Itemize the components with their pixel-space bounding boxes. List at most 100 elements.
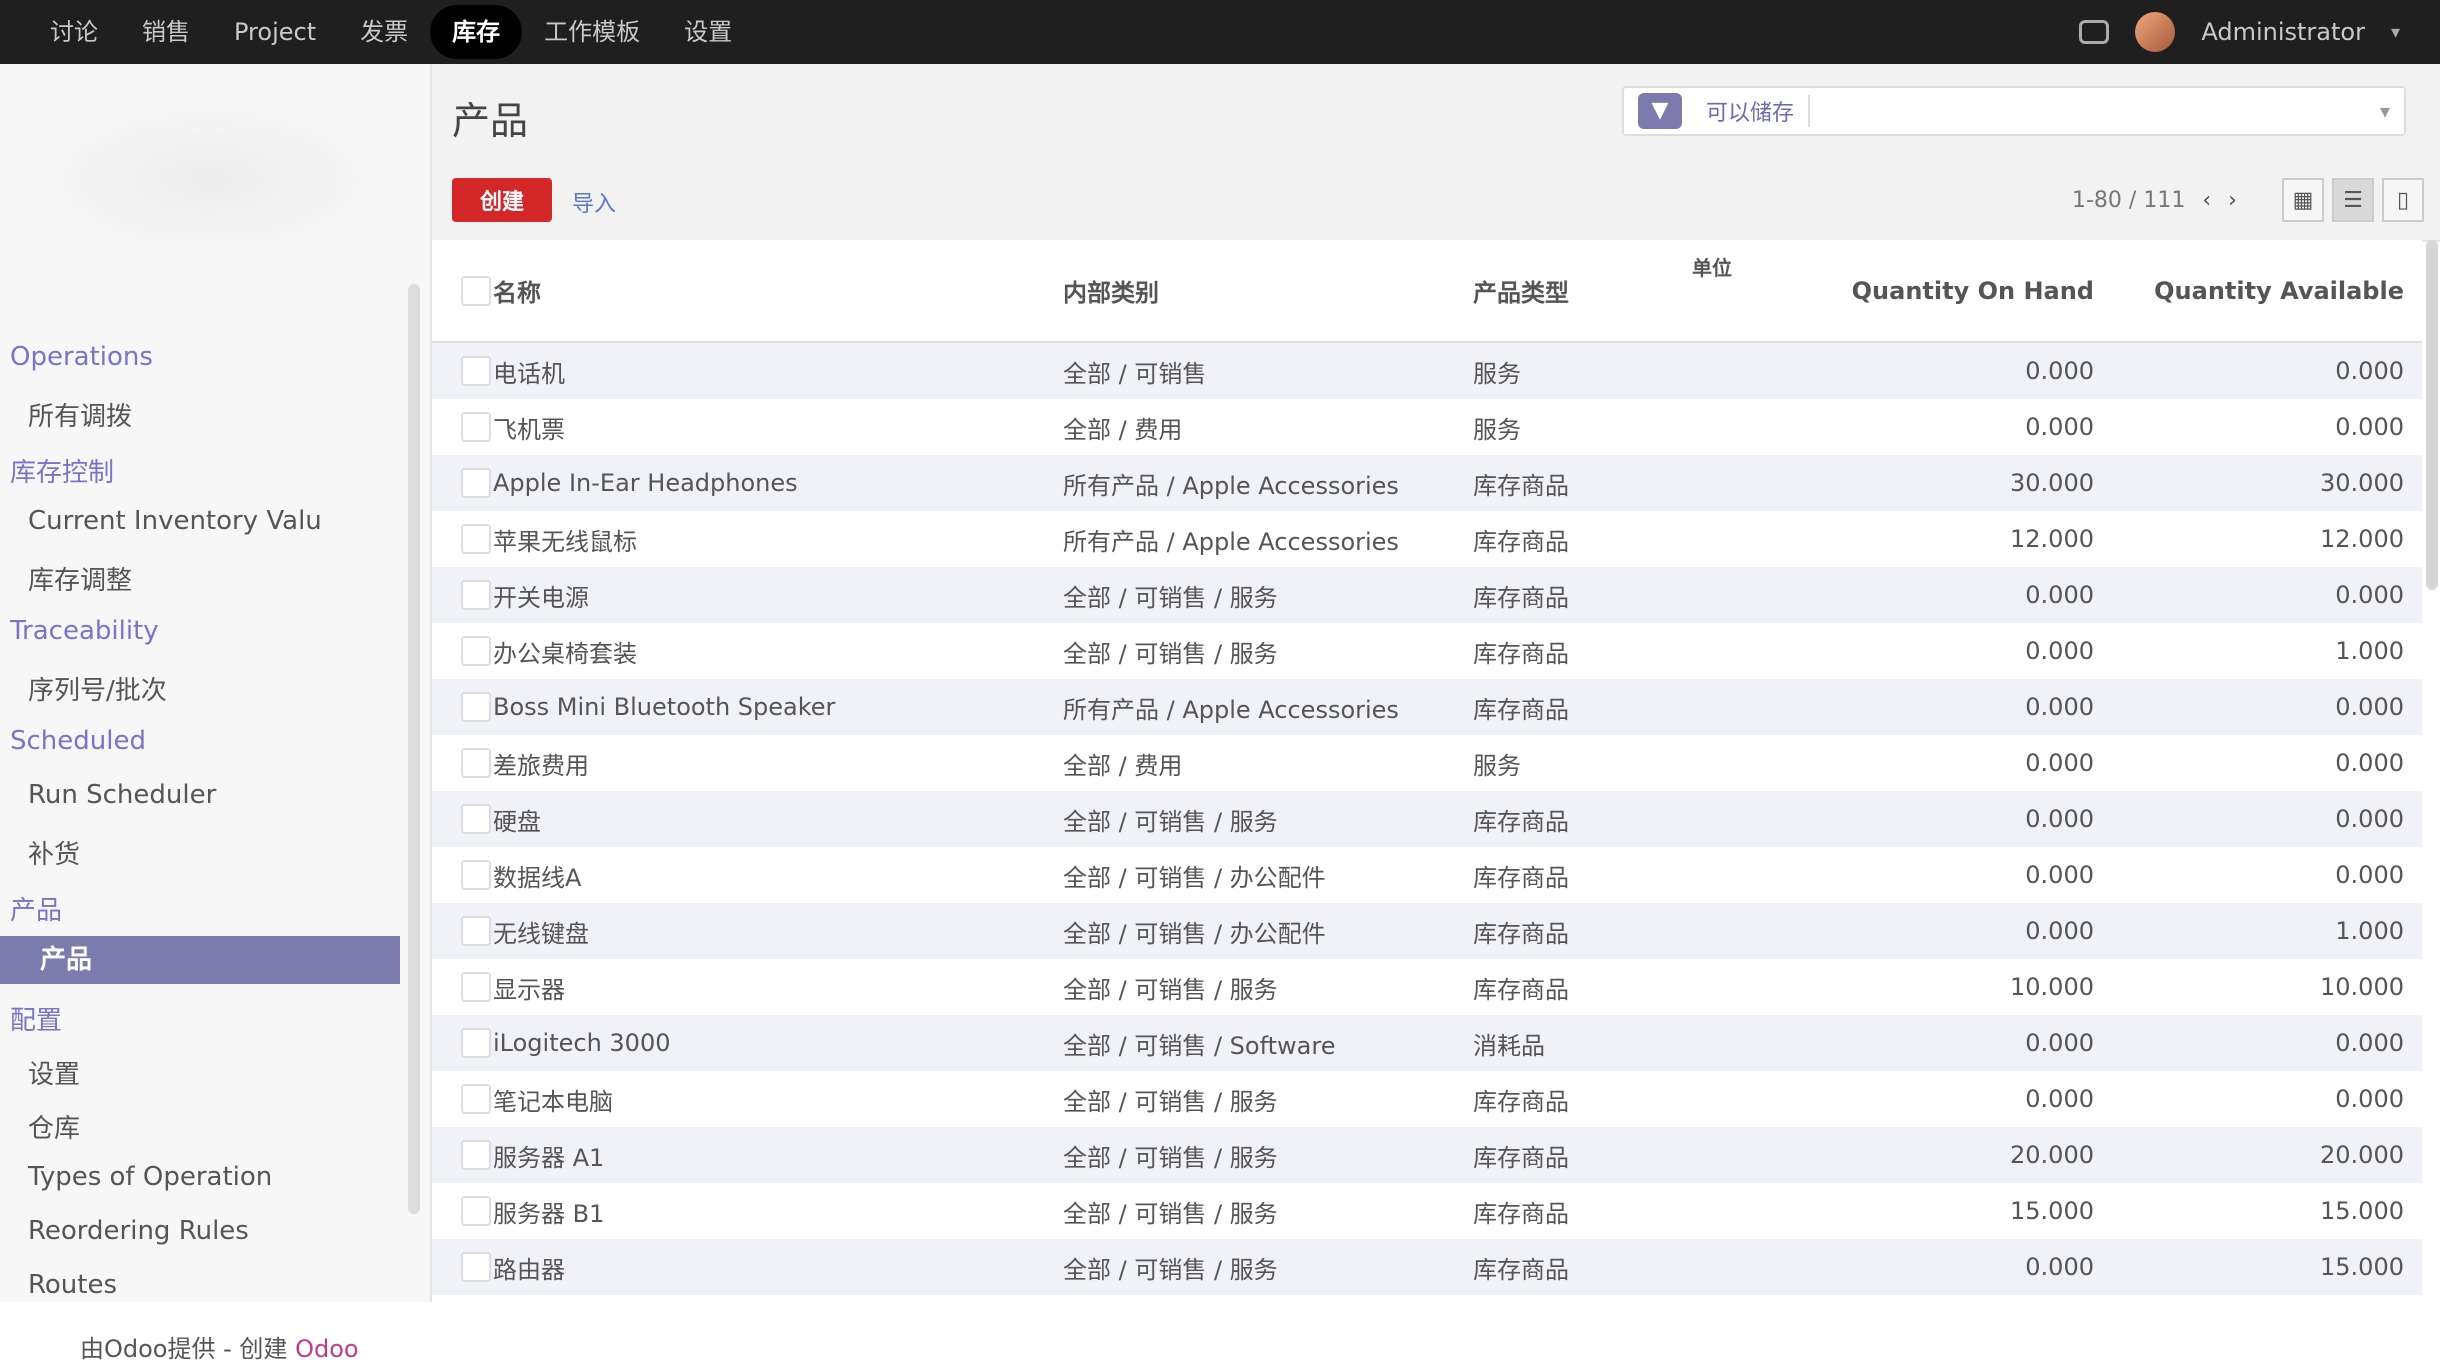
row-checkbox[interactable] bbox=[461, 412, 491, 442]
row-checkbox[interactable] bbox=[461, 1084, 491, 1114]
row-checkbox[interactable] bbox=[461, 524, 491, 554]
table-cell: 所有产品 / Apple Accessories bbox=[1063, 527, 1399, 556]
search-bar[interactable]: ▼ 可以储存 ▾ bbox=[1622, 86, 2406, 136]
chevron-down-icon[interactable]: ▾ bbox=[2391, 22, 2400, 43]
row-checkbox[interactable] bbox=[461, 468, 491, 498]
table-cell: 服务 bbox=[1473, 415, 1521, 444]
list-view-icon[interactable]: ☰ bbox=[2332, 178, 2374, 222]
row-checkbox[interactable] bbox=[461, 1252, 491, 1282]
sidebar-group-label[interactable]: 配置 bbox=[10, 1000, 62, 1037]
sidebar-item[interactable]: 补货 bbox=[28, 834, 80, 871]
column-header[interactable]: Quantity Available bbox=[2112, 240, 2422, 343]
row-checkbox[interactable] bbox=[461, 860, 491, 890]
pager-next-icon[interactable]: › bbox=[2228, 188, 2237, 213]
table-cell: 15.000 bbox=[2112, 1239, 2422, 1295]
row-checkbox[interactable] bbox=[461, 916, 491, 946]
sidebar-group-label[interactable]: 库存控制 bbox=[10, 452, 114, 489]
top-menu-item[interactable]: 发票 bbox=[338, 0, 430, 64]
table-cell: 库存商品 bbox=[1472, 1239, 1642, 1295]
table-cell: 库存商品 bbox=[1473, 863, 1569, 892]
create-button[interactable]: 创建 bbox=[452, 178, 552, 222]
column-header[interactable]: 产品类型 bbox=[1472, 240, 1642, 343]
column-header[interactable]: 单位 bbox=[1642, 240, 1782, 343]
row-checkbox[interactable] bbox=[461, 692, 491, 722]
footer-created: - 创建 bbox=[223, 1335, 288, 1363]
table-row[interactable]: 苹果无线鼠标 所有产品 / Apple Accessories 库存商品 12.000… bbox=[432, 511, 2422, 567]
row-select-cell bbox=[432, 623, 492, 679]
sidebar-item[interactable]: 库存调整 bbox=[28, 560, 132, 597]
top-navbar: 讨论 销售 Project 发票 库存 工作模板 设置 Administrator ▾ bbox=[0, 0, 2440, 64]
search-input[interactable] bbox=[1810, 90, 2380, 132]
sidebar-scrollbar[interactable] bbox=[408, 284, 420, 1214]
user-name[interactable]: Administrator bbox=[2201, 18, 2365, 46]
sidebar-group-label[interactable]: Traceability bbox=[10, 616, 159, 646]
table-row[interactable]: iLogitech 3000 全部 / 可销售 / Software 消耗品 0.00… bbox=[432, 1015, 2422, 1071]
top-menu-item[interactable]: 讨论 bbox=[28, 0, 120, 64]
table-row[interactable]: 无线键盘 全部 / 可销售 / 办公配件 库存商品 0.000 1.000 bbox=[432, 903, 2422, 959]
row-checkbox[interactable] bbox=[461, 748, 491, 778]
table-cell bbox=[1642, 791, 1782, 847]
table-row[interactable]: 飞机票 全部 / 费用 服务 0.000 0.000 bbox=[432, 399, 2422, 455]
sidebar-item[interactable]: 仓库 bbox=[28, 1108, 80, 1145]
odoo-link[interactable]: Odoo bbox=[295, 1335, 359, 1363]
sidebar-group-label[interactable]: Operations bbox=[10, 342, 153, 372]
sidebar-item[interactable]: Run Scheduler bbox=[28, 780, 216, 810]
import-button[interactable]: 导入 bbox=[572, 186, 616, 218]
search-facet[interactable]: 可以储存 bbox=[1692, 95, 1811, 127]
row-checkbox[interactable] bbox=[461, 1140, 491, 1170]
column-header[interactable]: Quantity On Hand bbox=[1782, 240, 2112, 343]
table-row[interactable]: 服务器 B1 全部 / 可销售 / 服务 库存商品 15.000 15.000 bbox=[432, 1183, 2422, 1239]
table-row[interactable]: 路由器 全部 / 可销售 / 服务 库存商品 0.000 15.000 bbox=[432, 1239, 2422, 1295]
avatar[interactable] bbox=[2135, 12, 2176, 52]
table-row[interactable]: Boss Mini Bluetooth Speaker 所有产品 / Apple … bbox=[432, 679, 2422, 735]
column-header[interactable]: 内部类别 bbox=[1062, 240, 1472, 343]
row-checkbox[interactable] bbox=[461, 804, 491, 834]
sidebar-group-label[interactable]: Scheduled bbox=[10, 726, 146, 756]
row-checkbox[interactable] bbox=[461, 636, 491, 666]
row-checkbox[interactable] bbox=[461, 356, 491, 386]
main-scrollbar[interactable] bbox=[2426, 240, 2438, 590]
pager-prev-icon[interactable]: ‹ bbox=[2202, 188, 2211, 213]
footer-powered-by: 由Odoo提供 bbox=[80, 1335, 216, 1363]
search-options-icon[interactable]: ▾ bbox=[2380, 99, 2390, 123]
sidebar-item[interactable]: 设置 bbox=[28, 1054, 80, 1091]
table-row[interactable]: USB 存储全部 / 可销售 / 服务库存商品 0.0000.000 bbox=[432, 1295, 2422, 1302]
filter-icon[interactable]: ▼ bbox=[1638, 93, 1682, 129]
pager-value[interactable]: 1-80 / 111 bbox=[2072, 188, 2185, 213]
table-row[interactable]: 差旅费用 全部 / 费用 服务 0.000 0.000 bbox=[432, 735, 2422, 791]
company-logo[interactable] bbox=[40, 104, 380, 254]
table-row[interactable]: 办公桌椅套装 全部 / 可销售 / 服务 库存商品 0.000 1.000 bbox=[432, 623, 2422, 679]
table-row[interactable]: 数据线A 全部 / 可销售 / 办公配件 库存商品 0.000 0.000 bbox=[432, 847, 2422, 903]
sidebar-item[interactable]: Reordering Rules bbox=[28, 1216, 249, 1246]
table-row[interactable]: 服务器 A1 全部 / 可销售 / 服务 库存商品 20.000 20.000 bbox=[432, 1127, 2422, 1183]
row-checkbox[interactable] bbox=[461, 972, 491, 1002]
table-cell: 库存商品 bbox=[1472, 455, 1642, 511]
table-row[interactable]: 笔记本电脑 全部 / 可销售 / 服务 库存商品 0.000 0.000 bbox=[432, 1071, 2422, 1127]
table-row[interactable]: 开关电源 全部 / 可销售 / 服务 库存商品 0.000 0.000 bbox=[432, 567, 2422, 623]
table-row[interactable]: 硬盘 全部 / 可销售 / 服务 库存商品 0.000 0.000 bbox=[432, 791, 2422, 847]
select-all-checkbox[interactable] bbox=[461, 275, 491, 306]
table-row[interactable]: 显示器 全部 / 可销售 / 服务 库存商品 10.000 10.000 bbox=[432, 959, 2422, 1015]
kanban-view-icon[interactable]: ▦ bbox=[2282, 178, 2324, 222]
column-header[interactable]: 名称 bbox=[492, 240, 1062, 343]
row-checkbox[interactable] bbox=[461, 1028, 491, 1058]
sidebar-item[interactable]: 序列号/批次 bbox=[28, 670, 167, 707]
top-menu-item[interactable]: Project bbox=[212, 0, 338, 64]
sidebar-item[interactable]: Routes bbox=[28, 1270, 117, 1300]
top-menu-item[interactable]: 销售 bbox=[120, 0, 212, 64]
table-row[interactable]: Apple In-Ear Headphones 所有产品 / Apple Acce… bbox=[432, 455, 2422, 511]
sidebar-item[interactable]: 所有调拨 bbox=[28, 396, 132, 433]
chat-icon[interactable] bbox=[2079, 20, 2110, 44]
row-checkbox[interactable] bbox=[461, 580, 491, 610]
table-row[interactable]: 电话机 全部 / 可销售 服务 0.000 0.000 bbox=[432, 342, 2422, 399]
table-cell bbox=[1642, 511, 1782, 567]
top-menu-item[interactable]: 库存 bbox=[430, 5, 523, 59]
sidebar-item[interactable]: 产品 bbox=[0, 936, 400, 984]
top-menu-item[interactable]: 设置 bbox=[662, 0, 754, 64]
sidebar-group-label[interactable]: 产品 bbox=[10, 890, 62, 927]
top-menu-item[interactable]: 工作模板 bbox=[522, 0, 662, 64]
form-view-icon[interactable]: ▯ bbox=[2382, 178, 2424, 222]
row-checkbox[interactable] bbox=[461, 1196, 491, 1226]
sidebar-item[interactable]: Current Inventory Valu bbox=[28, 506, 322, 536]
sidebar-item[interactable]: Types of Operation bbox=[28, 1162, 272, 1192]
